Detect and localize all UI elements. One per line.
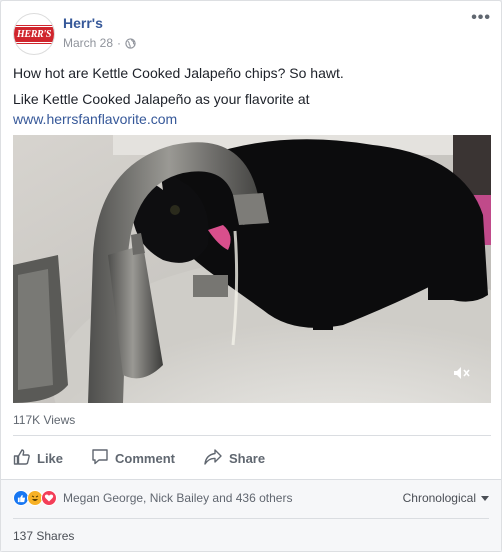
video-player[interactable] xyxy=(13,135,491,403)
post-header: HERR'S Herr's March 28 · ••• xyxy=(13,9,491,55)
like-label: Like xyxy=(37,450,64,466)
herrs-logo: HERR'S xyxy=(14,24,54,44)
reactions-section: Megan George, Nick Bailey and 436 others… xyxy=(1,479,501,551)
view-count: 117K Views xyxy=(13,413,76,427)
post-options-button[interactable]: ••• xyxy=(471,9,491,27)
share-label: Share xyxy=(228,450,266,466)
page-avatar[interactable]: HERR'S xyxy=(13,13,55,55)
post-text-line-2: Like Kettle Cooked Jalapeño as your flav… xyxy=(13,89,491,129)
post-date[interactable]: March 28 xyxy=(63,36,113,50)
meta-separator: · xyxy=(117,36,122,50)
video-frame xyxy=(13,135,491,403)
page-name[interactable]: Herr's xyxy=(63,15,103,31)
post-meta: March 28 · xyxy=(63,36,136,50)
post-link[interactable]: www.herrsfanflavorite.com xyxy=(13,111,177,127)
post-card: HERR'S Herr's March 28 · ••• How hot are… xyxy=(0,0,502,552)
reaction-summary[interactable]: Megan George, Nick Bailey and 436 others xyxy=(13,490,292,506)
share-count[interactable]: 137 Shares xyxy=(13,529,74,543)
like-button[interactable]: Like xyxy=(13,441,63,475)
comment-icon xyxy=(91,448,115,469)
comment-sort-dropdown[interactable]: Chronological xyxy=(403,491,489,505)
post-text-line-1: How hot are Kettle Cooked Jalapeño chips… xyxy=(13,65,344,81)
comment-label: Comment xyxy=(115,450,175,466)
thumbs-up-icon xyxy=(13,448,37,469)
speaker-muted-icon[interactable] xyxy=(453,366,471,385)
shares-divider xyxy=(13,518,489,519)
post-text: How hot are Kettle Cooked Jalapeño chips… xyxy=(13,63,491,135)
share-icon xyxy=(203,448,229,469)
sort-label: Chronological xyxy=(402,491,476,505)
views-divider xyxy=(13,435,491,436)
share-button[interactable]: Share xyxy=(203,441,265,475)
action-bar: Like Comment Share xyxy=(13,441,491,475)
comment-button[interactable]: Comment xyxy=(91,441,175,475)
reaction-names: Megan George, Nick Bailey and 436 others xyxy=(63,491,293,505)
globe-icon xyxy=(125,37,136,49)
post-text-line-2-body: Like Kettle Cooked Jalapeño as your flav… xyxy=(13,91,310,107)
caret-down-icon xyxy=(481,495,489,501)
love-reaction-icon xyxy=(41,490,57,506)
